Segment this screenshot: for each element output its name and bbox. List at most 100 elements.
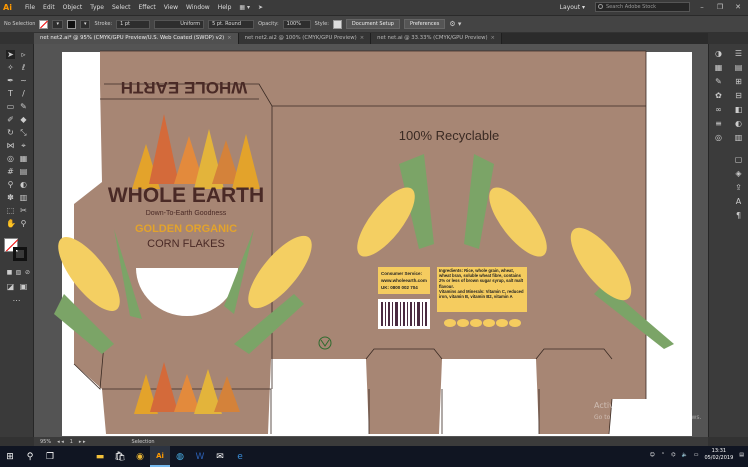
draw-mode-icon[interactable]: ◪	[6, 282, 15, 291]
perspective-grid-tool-icon[interactable]: ▦	[19, 154, 28, 163]
volume-icon[interactable]: 🔈	[681, 452, 687, 458]
gradient-tool-icon[interactable]: ▤	[19, 167, 28, 176]
preferences-button[interactable]: Preferences	[403, 19, 446, 29]
artboard-nav-icon[interactable]: ◂ ◂	[57, 439, 64, 445]
gradient-panel-icon[interactable]: ▥	[733, 132, 744, 143]
slice-tool-icon[interactable]: ✂	[19, 206, 28, 215]
tab-net-net-ai[interactable]: net net.ai @ 33.33% (CMYK/GPU Preview) ×	[371, 33, 502, 44]
type-tool-icon[interactable]: T	[6, 89, 15, 98]
tab-close-icon[interactable]: ×	[360, 35, 364, 41]
style-swatch[interactable]	[332, 19, 342, 29]
paintbrush-tool-icon[interactable]: ✎	[19, 102, 28, 111]
width-tool-icon[interactable]: ⋈	[6, 141, 15, 150]
asset-export-panel-icon[interactable]: ⇪	[733, 182, 744, 193]
artboard-number[interactable]: 1	[70, 439, 73, 445]
paragraph-panel-icon[interactable]: ¶	[733, 210, 744, 221]
battery-icon[interactable]: ▭	[694, 452, 699, 458]
fill-dropdown[interactable]: ▾	[52, 19, 63, 29]
stroke-swatch[interactable]	[66, 19, 76, 29]
menu-help[interactable]: Help	[214, 4, 236, 11]
start-icon[interactable]: ⊞	[0, 446, 20, 467]
color-panel-icon[interactable]: ◑	[713, 48, 724, 59]
blend-tool-icon[interactable]: ◐	[19, 180, 28, 189]
menu-object[interactable]: Object	[59, 4, 87, 11]
rectangle-tool-icon[interactable]: ▭	[6, 102, 15, 111]
symbol-sprayer-tool-icon[interactable]: ✽	[6, 193, 15, 202]
tab-net-net2-ai-active[interactable]: net net2.ai* @ 95% (CMYK/GPU Preview/U.S…	[34, 33, 239, 44]
minimize-button[interactable]: –	[696, 3, 708, 11]
stroke-color-icon[interactable]	[13, 247, 27, 261]
menu-edit[interactable]: Edit	[39, 4, 59, 11]
lasso-tool-icon[interactable]: ℓ	[19, 63, 28, 72]
workspace-switcher-icon[interactable]: ▦ ▾	[235, 4, 254, 11]
align-panel-icon[interactable]: ⊟	[733, 90, 744, 101]
network-icon[interactable]: ⌬	[671, 452, 675, 458]
word-icon[interactable]: W	[190, 446, 210, 467]
artboard-tool-icon[interactable]: ⬚	[6, 206, 15, 215]
workspace-dropdown[interactable]: Layout ▾	[556, 4, 589, 11]
edge-icon[interactable]: e	[230, 446, 250, 467]
mail-icon[interactable]: ✉	[210, 446, 230, 467]
none-mode-icon[interactable]: ⊘	[23, 268, 32, 277]
direct-selection-tool-icon[interactable]: ▹	[19, 50, 28, 59]
brush-definition[interactable]: 5 pt. Round	[208, 19, 255, 29]
menu-file[interactable]: File	[21, 4, 39, 11]
eyedropper-tool-icon[interactable]: ⚲	[6, 180, 15, 189]
magic-wand-tool-icon[interactable]: ✧	[6, 63, 15, 72]
menu-type[interactable]: Type	[86, 4, 108, 11]
links-panel-icon[interactable]: ∞	[713, 104, 724, 115]
tab-close-icon[interactable]: ×	[491, 35, 495, 41]
line-tool-icon[interactable]: /	[19, 89, 28, 98]
clock[interactable]: 13:31 05/02/2019	[704, 448, 733, 462]
store-icon[interactable]: 🛍	[110, 446, 130, 467]
symbols-panel-icon[interactable]: ✿	[713, 90, 724, 101]
close-button[interactable]: ✕	[732, 3, 744, 11]
menu-view[interactable]: View	[160, 4, 182, 11]
stroke-panel-icon[interactable]: ≡	[713, 118, 724, 129]
pen-tool-icon[interactable]: ✒	[6, 76, 15, 85]
menu-window[interactable]: Window	[182, 4, 214, 11]
screen-mode-icon[interactable]: ▣	[19, 282, 28, 291]
zoom-tool-icon[interactable]: ⚲	[19, 219, 28, 228]
brushes-panel-icon[interactable]: ✎	[713, 76, 724, 87]
document-setup-button[interactable]: Document Setup	[345, 19, 400, 29]
arrange-icon[interactable]: ⚙ ▾	[449, 20, 461, 28]
tab-net-net2-ai2[interactable]: net net2.ai2 @ 100% (CMYK/GPU Preview) ×	[238, 33, 372, 44]
transform-panel-icon[interactable]: ⊞	[733, 76, 744, 87]
hand-tool-icon[interactable]: ✋	[6, 219, 16, 228]
pathfinder-panel-icon[interactable]: ◧	[733, 104, 744, 115]
color-mode-icon[interactable]: ■	[5, 268, 14, 277]
selection-tool-icon[interactable]: ➤	[6, 50, 15, 59]
column-graph-tool-icon[interactable]: ▥	[19, 193, 28, 202]
illustrator-taskbar-icon[interactable]: Ai	[150, 446, 170, 467]
stroke-dropdown[interactable]: ▾	[79, 19, 91, 29]
zoom-level[interactable]: 95%	[40, 439, 51, 445]
more-tools-icon[interactable]: ⋯	[12, 296, 21, 305]
transparency-panel-icon[interactable]: ◐	[733, 118, 744, 129]
properties-panel-icon[interactable]: ☰	[733, 48, 744, 59]
appearance-panel-icon[interactable]: ◎	[713, 132, 724, 143]
shape-builder-tool-icon[interactable]: ◎	[6, 154, 15, 163]
character-panel-icon[interactable]: A	[733, 196, 744, 207]
chevron-up-icon[interactable]: ⌃	[661, 452, 665, 458]
shaper-tool-icon[interactable]: ✐	[6, 115, 15, 124]
swatches-panel-icon[interactable]: ▦	[713, 62, 724, 73]
variable-width-profile[interactable]: Uniform	[154, 19, 205, 29]
people-icon[interactable]: ☺	[650, 452, 655, 458]
stroke-weight-input[interactable]: 1 pt	[116, 19, 151, 29]
layers-panel-icon[interactable]: ◈	[733, 168, 744, 179]
eraser-tool-icon[interactable]: ◆	[19, 115, 28, 124]
packaging-artwork[interactable]: WHOLE EARTH WHOLE EARTH Down-To-Earth Go…	[34, 44, 708, 437]
notifications-icon[interactable]: ▤	[739, 452, 744, 458]
app-icon-w[interactable]: ◍	[170, 446, 190, 467]
tab-close-icon[interactable]: ×	[227, 35, 231, 41]
chrome-icon[interactable]: ◉	[130, 446, 150, 467]
artboards-panel-icon[interactable]: ▢	[733, 154, 744, 165]
gradient-mode-icon[interactable]: ▧	[14, 268, 23, 277]
artboard-nav-next-icon[interactable]: ▸ ▸	[79, 439, 86, 445]
status-mode[interactable]: Selection	[132, 439, 155, 445]
canvas-area[interactable]: WHOLE EARTH WHOLE EARTH Down-To-Earth Go…	[34, 44, 708, 437]
maximize-button[interactable]: ❐	[714, 3, 726, 11]
scale-tool-icon[interactable]: ⤡	[19, 128, 28, 137]
menu-select[interactable]: Select	[108, 4, 135, 11]
